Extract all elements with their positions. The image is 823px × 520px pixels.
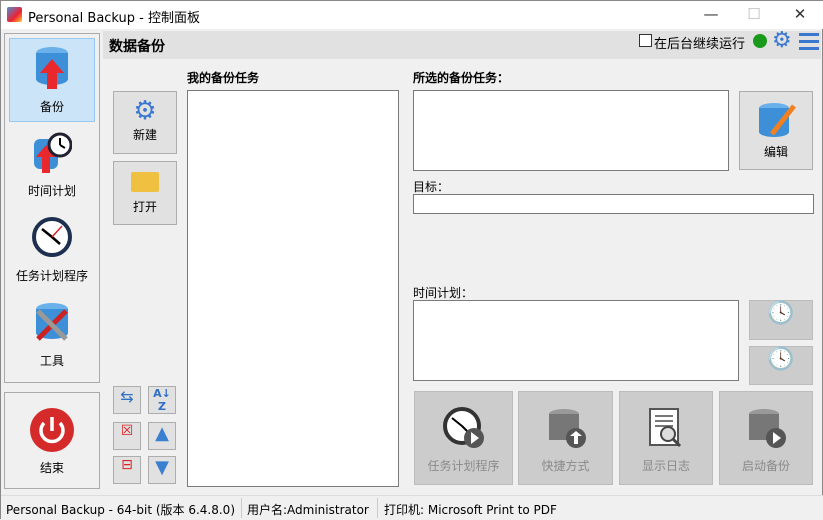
clock-edit-icon: 🕓 bbox=[767, 301, 795, 326]
add-schedule-button[interactable]: 🕓 bbox=[749, 346, 813, 385]
copy-task-button[interactable]: ⇆ bbox=[113, 386, 141, 414]
close-button[interactable]: ✕ bbox=[785, 5, 815, 23]
sidebar-item-backup[interactable]: 备份 bbox=[9, 38, 95, 122]
selected-task-label: 所选的备份任务： bbox=[413, 71, 510, 85]
edit-schedule-button[interactable]: 🕓 bbox=[749, 300, 813, 340]
end-button[interactable]: 结束 bbox=[4, 392, 100, 489]
remove-task-button[interactable]: ⊟ bbox=[113, 456, 141, 484]
move-up-button[interactable]: ▲ bbox=[148, 422, 176, 450]
arrow-up-icon: ▲ bbox=[155, 423, 169, 444]
task-scheduler-label: 任务计划程序 bbox=[427, 459, 500, 473]
tools-icon bbox=[36, 303, 68, 341]
arrow-down-icon: ▼ bbox=[155, 457, 169, 478]
remove-list-icon: ⊟ bbox=[121, 457, 133, 473]
database-shortcut-icon bbox=[548, 409, 586, 448]
folder-icon bbox=[131, 172, 159, 192]
version-status: Personal Backup - 64-bit (版本 6.4.8.0) bbox=[6, 503, 236, 517]
sidebar: 备份 时间计划 任务计划程序 工具 bbox=[4, 33, 100, 383]
status-indicator bbox=[753, 34, 767, 48]
show-log-label: 显示日志 bbox=[641, 459, 690, 473]
sidebar-item-label: 备份 bbox=[39, 100, 64, 114]
target-field[interactable] bbox=[413, 194, 814, 214]
sort-az-icon: A↓ Z bbox=[153, 387, 171, 413]
clock-icon bbox=[32, 217, 72, 257]
start-backup-button[interactable]: 启动备份 bbox=[719, 391, 813, 485]
menu-icon[interactable] bbox=[799, 33, 819, 50]
background-checkbox-label: 在后台继续运行 bbox=[654, 37, 746, 52]
gear-icon[interactable]: ⚙ bbox=[772, 28, 792, 53]
show-log-button[interactable]: 显示日志 bbox=[619, 391, 713, 485]
app-icon bbox=[7, 7, 22, 22]
task-scheduler-button[interactable]: 任务计划程序 bbox=[414, 391, 513, 485]
sidebar-item-label: 任务计划程序 bbox=[15, 269, 88, 283]
page-title: 数据备份 bbox=[109, 39, 165, 55]
end-label: 结束 bbox=[39, 461, 64, 475]
shortcut-button[interactable]: 快捷方式 bbox=[518, 391, 613, 485]
window-title: Personal Backup - 控制面板 bbox=[28, 11, 201, 26]
printer-status: 打印机: Microsoft Print to PDF bbox=[384, 503, 557, 517]
target-label: 目标： bbox=[413, 180, 450, 194]
open-label: 打开 bbox=[132, 200, 157, 214]
sidebar-item-schedule[interactable]: 时间计划 bbox=[9, 123, 95, 207]
start-backup-label: 启动备份 bbox=[741, 459, 790, 473]
log-search-icon bbox=[649, 408, 682, 448]
user-status: 用户名:Administrator bbox=[247, 503, 369, 517]
database-backup-icon bbox=[36, 47, 68, 89]
status-bar: Personal Backup - 64-bit (版本 6.4.8.0) 用户… bbox=[1, 495, 823, 520]
selected-task-box bbox=[413, 90, 729, 171]
copy-list-icon: ⇆ bbox=[120, 387, 134, 406]
header-bar: 数据备份 在后台继续运行 ⚙ bbox=[103, 28, 821, 59]
gear-add-icon: ⚙ bbox=[133, 96, 157, 126]
shortcut-label: 快捷方式 bbox=[541, 459, 590, 473]
sidebar-item-label: 工具 bbox=[39, 354, 64, 368]
maximize-button[interactable]: ☐ bbox=[739, 5, 769, 23]
delete-list-icon: ☒ bbox=[120, 423, 134, 439]
new-button[interactable]: ⚙ 新建 bbox=[113, 91, 177, 154]
clock-add-icon: 🕓 bbox=[767, 347, 795, 372]
schedule-label: 时间计划： bbox=[413, 286, 474, 300]
sort-button[interactable]: A↓ Z bbox=[148, 386, 176, 414]
new-label: 新建 bbox=[132, 128, 157, 142]
backup-task-list[interactable] bbox=[187, 90, 399, 487]
schedule-box bbox=[413, 300, 739, 381]
sidebar-item-tools[interactable]: 工具 bbox=[9, 293, 95, 377]
database-play-icon bbox=[749, 409, 786, 448]
edit-button[interactable]: 编辑 bbox=[739, 91, 813, 170]
minimize-button[interactable]: — bbox=[696, 5, 726, 23]
delete-task-button[interactable]: ☒ bbox=[113, 422, 141, 450]
schedule-icon bbox=[34, 132, 73, 173]
database-edit-icon bbox=[759, 103, 796, 137]
sidebar-item-task-scheduler[interactable]: 任务计划程序 bbox=[9, 208, 95, 292]
power-icon bbox=[30, 408, 74, 452]
title-bar: Personal Backup - 控制面板 — ☐ ✕ bbox=[1, 1, 823, 29]
edit-label: 编辑 bbox=[763, 145, 788, 159]
my-tasks-label: 我的备份任务 bbox=[187, 71, 260, 85]
clock-play-icon bbox=[442, 407, 484, 448]
move-down-button[interactable]: ▼ bbox=[148, 456, 176, 484]
background-checkbox[interactable] bbox=[639, 34, 652, 47]
sidebar-item-label: 时间计划 bbox=[27, 184, 76, 198]
open-button[interactable]: 打开 bbox=[113, 161, 177, 225]
